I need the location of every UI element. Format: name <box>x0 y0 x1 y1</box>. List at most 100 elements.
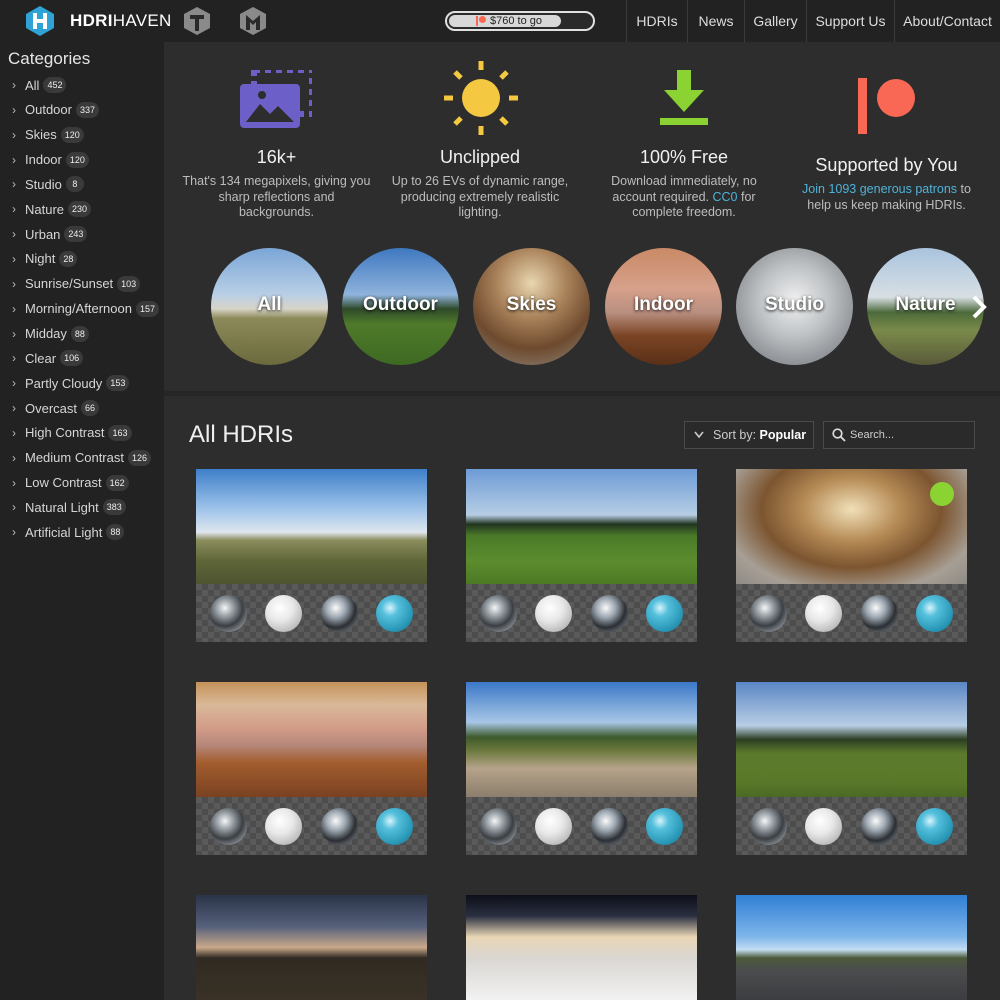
sidebar-item-nature[interactable]: › Nature 230 <box>12 199 92 219</box>
sidebar-item-label: Sunrise/Sunset <box>25 276 114 292</box>
material-balls <box>196 797 427 855</box>
search-icon <box>832 428 846 442</box>
feature-description: Download immediately, no account require… <box>611 174 757 219</box>
feature-title: Unclipped <box>439 147 521 167</box>
sidebar-item-label: Medium Contrast <box>25 450 124 466</box>
circle-category-outdoor[interactable]: Outdoor <box>342 248 459 365</box>
hdri-card[interactable] <box>196 469 427 642</box>
nav-support-us[interactable]: Support Us <box>806 0 894 42</box>
sidebar-item-night[interactable]: › Night 28 <box>12 249 78 269</box>
hdri-card[interactable] <box>736 895 967 1000</box>
chevron-right-icon: › <box>12 401 16 416</box>
count-badge: 383 <box>102 499 126 516</box>
search-input[interactable] <box>850 426 970 444</box>
nav-hdris[interactable]: HDRIs <box>626 0 687 42</box>
sidebar-item-indoor[interactable]: › Indoor 120 <box>12 150 89 170</box>
search-box[interactable] <box>823 421 975 449</box>
sidebar-item-clear[interactable]: › Clear 106 <box>12 348 84 368</box>
feature-free: 100% Free Download immediately, no accou… <box>598 147 770 221</box>
hdri-preview <box>736 895 967 1000</box>
patrons-link[interactable]: Join 1093 generous patrons <box>802 182 957 196</box>
chevron-right-icon: › <box>12 177 16 192</box>
feature-description: Up to 26 EVs of dynamic range, producing… <box>391 174 569 219</box>
categories-heading: Categories <box>8 49 91 68</box>
count-badge: 88 <box>106 524 125 541</box>
sidebar-item-label: Skies <box>25 127 57 143</box>
circle-category-studio[interactable]: Studio <box>736 248 853 365</box>
hdri-preview <box>466 469 697 584</box>
feature-title: Supported by You <box>815 155 958 175</box>
sidebar-item-natural-light[interactable]: › Natural Light 383 <box>12 497 126 517</box>
goal-text: $760 to go <box>490 15 542 27</box>
sidebar-item-sunrise-sunset[interactable]: › Sunrise/Sunset 103 <box>12 274 141 294</box>
count-badge: 157 <box>135 300 159 317</box>
circle-category-all[interactable]: All <box>211 248 328 365</box>
image-icon <box>240 70 312 128</box>
category-sidebar: Categories › All 452 › Outdoor 337 › Skies 120 › I… <box>0 42 164 1000</box>
circle-category-indoor[interactable]: Indoor <box>605 248 722 365</box>
chevron-right-icon: › <box>12 152 16 167</box>
chevron-right-icon[interactable] <box>970 293 988 321</box>
nav-news[interactable]: News <box>687 0 744 42</box>
cc0-link[interactable]: CC0 <box>712 190 737 204</box>
count-badge: 120 <box>60 126 84 143</box>
hdri-card[interactable] <box>736 469 967 642</box>
hdri-card[interactable] <box>466 895 697 1000</box>
nav-gallery[interactable]: Gallery <box>744 0 806 42</box>
sidebar-item-studio[interactable]: › Studio 8 <box>12 174 84 194</box>
3dmodelhaven-icon[interactable] <box>238 6 268 36</box>
feature-unclipped: Unclipped Up to 26 EVs of dynamic range,… <box>390 147 570 221</box>
sidebar-item-morning-afternoon[interactable]: › Morning/Afternoon 157 <box>12 299 159 319</box>
chevron-right-icon: › <box>12 127 16 142</box>
hdri-preview <box>466 895 697 1000</box>
chevron-right-icon: › <box>12 202 16 217</box>
sort-label: Sort by: <box>713 428 760 442</box>
circle-category-skies[interactable]: Skies <box>473 248 590 365</box>
nav-about-contact[interactable]: About/Contact <box>894 0 1000 42</box>
circle-category-nature[interactable]: Nature <box>867 248 984 365</box>
brand-name[interactable]: HDRIHAVEN <box>70 11 172 31</box>
hdri-card[interactable] <box>196 895 427 1000</box>
sidebar-item-high-contrast[interactable]: › High Contrast 163 <box>12 423 132 443</box>
sidebar-item-overcast[interactable]: › Overcast 66 <box>12 398 100 418</box>
count-badge: 126 <box>127 449 152 466</box>
sidebar-item-partly-cloudy[interactable]: › Partly Cloudy 153 <box>12 373 130 393</box>
hdri-card[interactable] <box>466 682 697 855</box>
sidebar-item-urban[interactable]: › Urban 243 <box>12 224 88 244</box>
patreon-icon[interactable] <box>858 78 916 134</box>
hdrihaven-logo-icon[interactable] <box>24 5 56 37</box>
count-badge: 163 <box>108 424 132 441</box>
feature-title: 100% Free <box>639 147 729 167</box>
material-balls <box>736 584 967 642</box>
chevron-right-icon: › <box>12 301 16 316</box>
sidebar-item-medium-contrast[interactable]: › Medium Contrast 126 <box>12 448 152 468</box>
sidebar-item-label: Low Contrast <box>25 475 102 491</box>
sidebar-item-label: Overcast <box>25 400 78 416</box>
sidebar-item-outdoor[interactable]: › Outdoor 337 <box>12 100 100 120</box>
sidebar-item-artificial-light[interactable]: › Artificial Light 88 <box>12 522 125 542</box>
sun-icon <box>444 61 518 135</box>
sidebar-item-label: Partly Cloudy <box>25 375 103 391</box>
sidebar-item-all[interactable]: › All 452 <box>12 75 67 95</box>
chevron-right-icon: › <box>12 78 16 92</box>
hdri-card[interactable] <box>736 682 967 855</box>
hdri-card[interactable] <box>466 469 697 642</box>
sidebar-item-skies[interactable]: › Skies 120 <box>12 125 84 145</box>
sidebar-item-low-contrast[interactable]: › Low Contrast 162 <box>12 473 129 493</box>
count-badge: 103 <box>117 275 141 292</box>
sidebar-item-label: Artificial Light <box>25 524 103 540</box>
patreon-goal-progress[interactable]: $760 to go <box>445 11 595 31</box>
page-title: All HDRIs <box>189 421 294 448</box>
chevron-right-icon: › <box>12 102 16 117</box>
hdri-card[interactable] <box>196 682 427 855</box>
count-badge: 120 <box>65 151 89 168</box>
sort-dropdown[interactable]: Sort by: Popular <box>684 421 814 449</box>
material-balls <box>466 584 697 642</box>
chevron-right-icon: › <box>12 326 16 341</box>
count-badge: 8 <box>65 176 84 193</box>
chevron-right-icon: › <box>12 500 16 515</box>
chevron-right-icon: › <box>12 276 16 291</box>
texturehaven-icon[interactable] <box>182 6 212 36</box>
hdri-preview <box>196 895 427 1000</box>
sidebar-item-midday[interactable]: › Midday 88 <box>12 324 89 344</box>
